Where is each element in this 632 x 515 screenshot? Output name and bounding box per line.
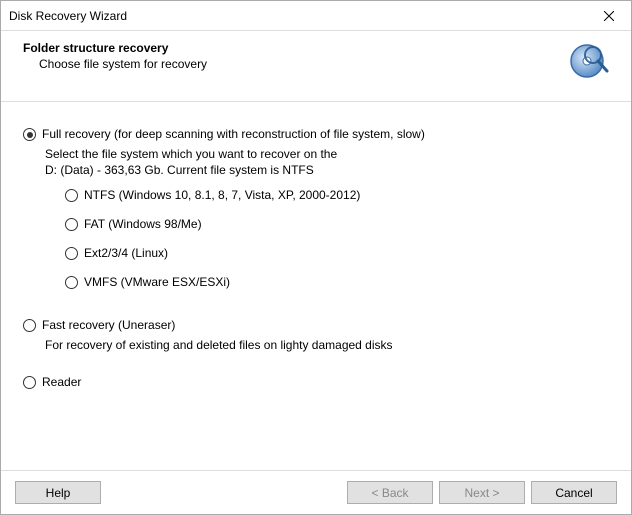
content-area: Full recovery (for deep scanning with re… [1,102,631,470]
option-full-recovery-label: Full recovery (for deep scanning with re… [42,127,425,142]
close-button[interactable] [586,1,631,30]
close-icon [604,11,614,21]
radio-icon [65,247,78,260]
option-fast-recovery[interactable]: Fast recovery (Uneraser) [23,318,609,333]
back-button[interactable]: < Back [347,481,433,504]
full-recovery-description: Select the file system which you want to… [45,146,609,178]
fs-label: VMFS (VMware ESX/ESXi) [84,275,230,290]
filesystem-group: NTFS (Windows 10, 8.1, 8, 7, Vista, XP, … [65,188,609,290]
window-title: Disk Recovery Wizard [9,9,586,23]
radio-icon [65,218,78,231]
radio-icon [65,276,78,289]
fs-option-ntfs[interactable]: NTFS (Windows 10, 8.1, 8, 7, Vista, XP, … [65,188,609,203]
desc-line: Select the file system which you want to… [45,146,609,162]
option-reader[interactable]: Reader [23,375,609,390]
fs-option-vmfs[interactable]: VMFS (VMware ESX/ESXi) [65,275,609,290]
option-full-recovery[interactable]: Full recovery (for deep scanning with re… [23,127,609,142]
fs-label: FAT (Windows 98/Me) [84,217,202,232]
wizard-header: Folder structure recovery Choose file sy… [1,31,631,102]
fs-label: Ext2/3/4 (Linux) [84,246,168,261]
fast-recovery-description: For recovery of existing and deleted fil… [45,337,609,353]
cancel-button[interactable]: Cancel [531,481,617,504]
radio-icon [23,376,36,389]
fs-option-ext[interactable]: Ext2/3/4 (Linux) [65,246,609,261]
magnifier-disk-icon [563,39,611,87]
option-reader-label: Reader [42,375,81,390]
radio-icon [23,319,36,332]
fs-option-fat[interactable]: FAT (Windows 98/Me) [65,217,609,232]
titlebar: Disk Recovery Wizard [1,1,631,31]
wizard-footer: Help < Back Next > Cancel [1,470,631,514]
next-button[interactable]: Next > [439,481,525,504]
desc-line: D: (Data) - 363,63 Gb. Current file syst… [45,162,609,178]
radio-icon [23,128,36,141]
fs-label: NTFS (Windows 10, 8.1, 8, 7, Vista, XP, … [84,188,360,203]
option-fast-recovery-label: Fast recovery (Uneraser) [42,318,175,333]
help-button[interactable]: Help [15,481,101,504]
radio-icon [65,189,78,202]
page-title: Folder structure recovery [23,41,563,55]
page-subtitle: Choose file system for recovery [39,57,563,71]
